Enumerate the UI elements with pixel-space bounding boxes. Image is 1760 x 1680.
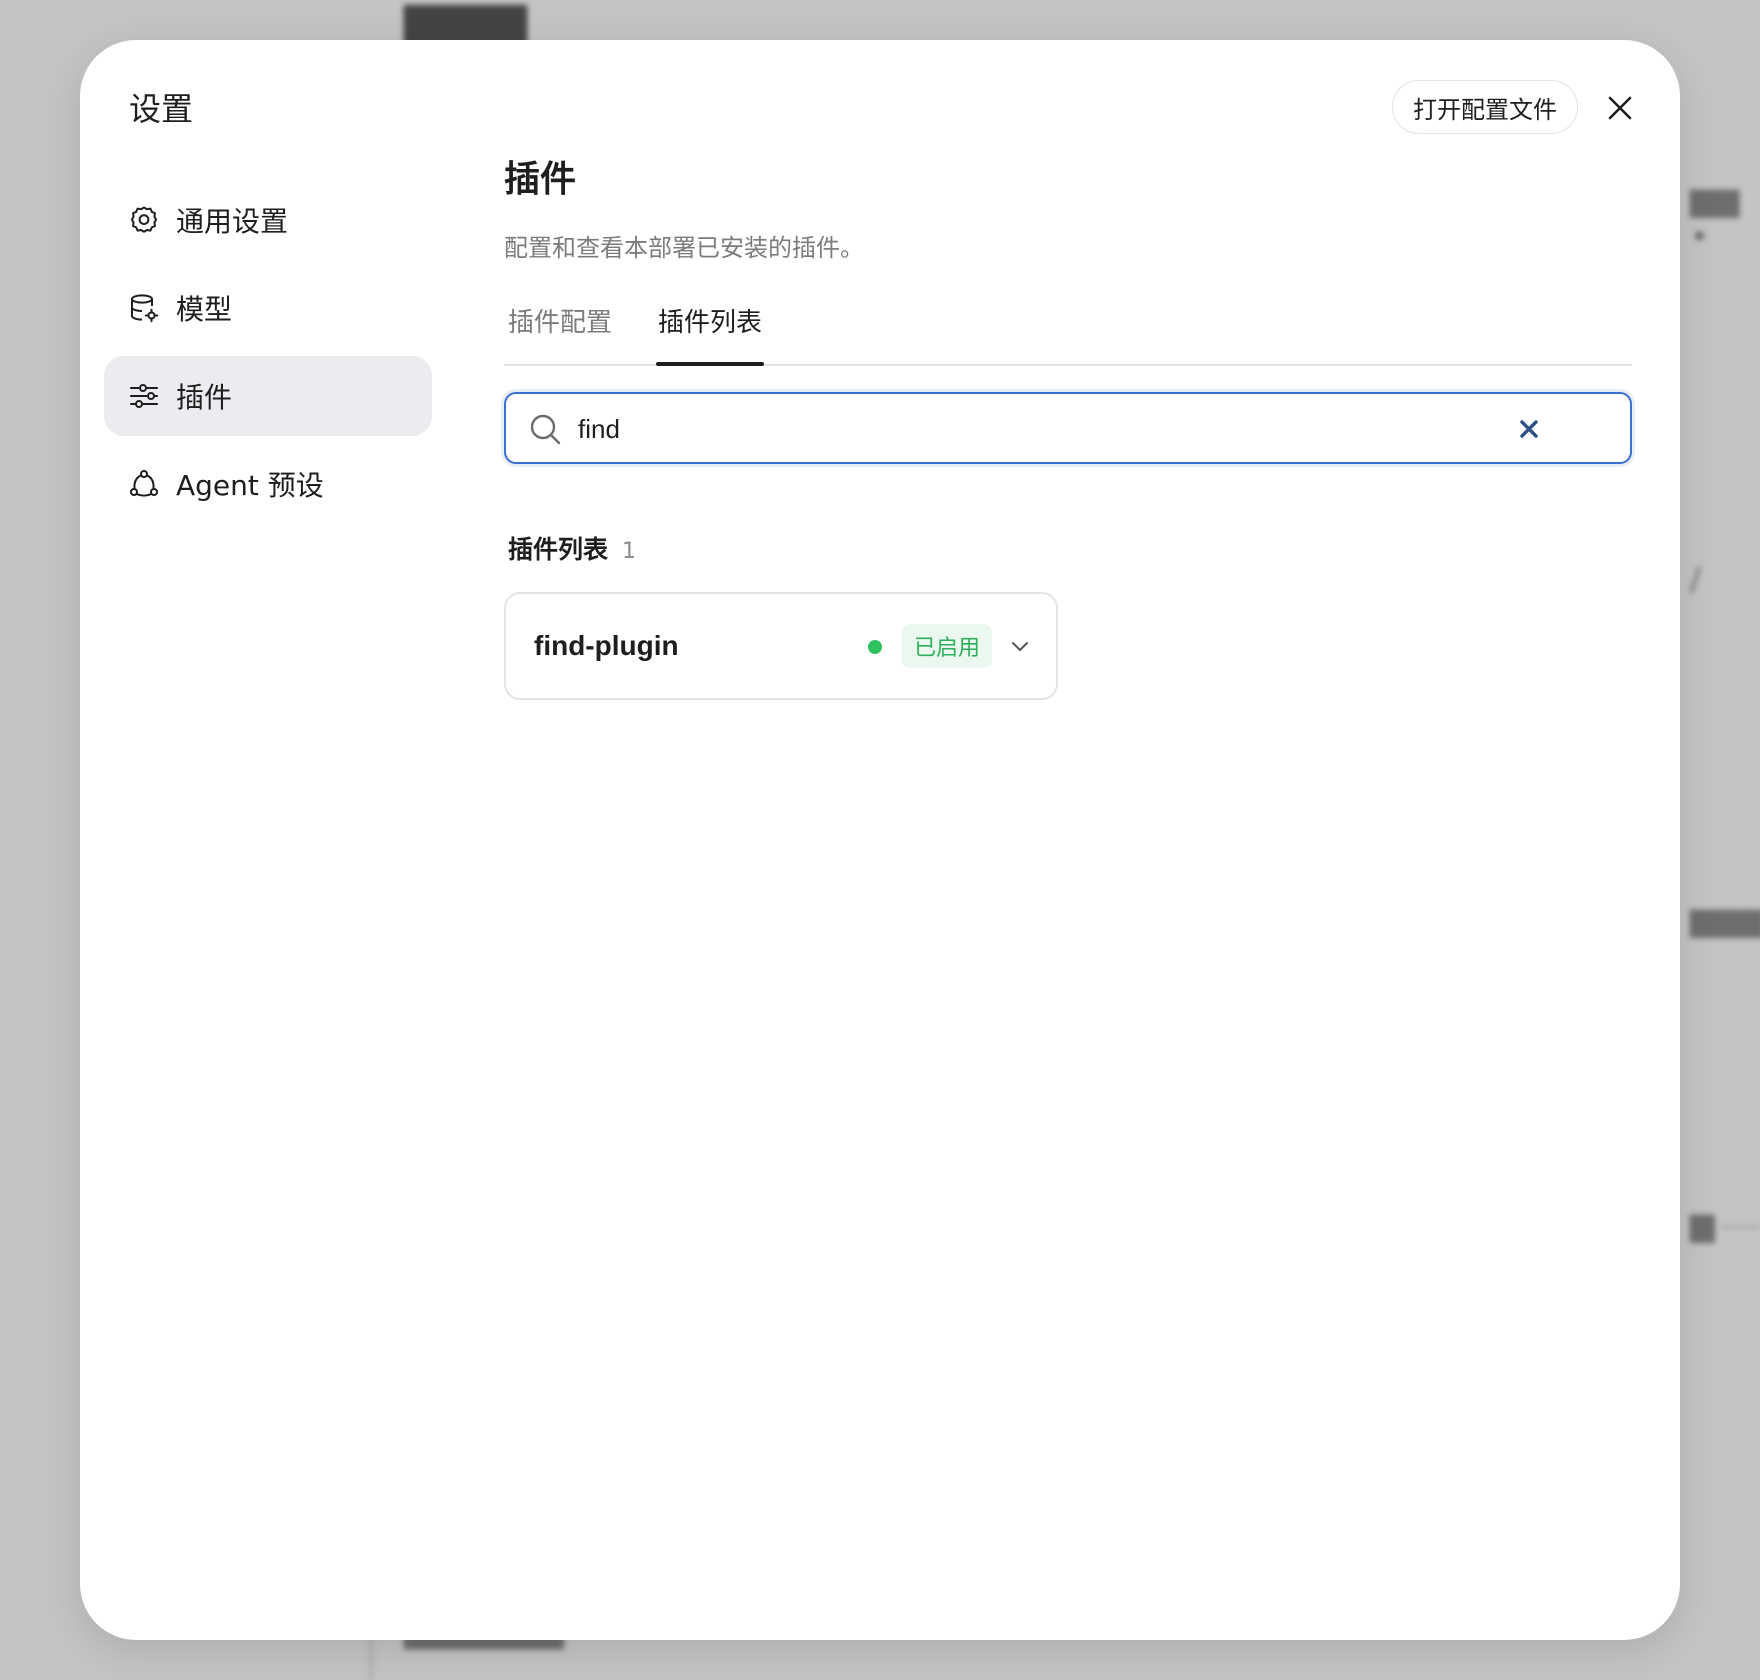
sidebar-item-label: 通用设置 (176, 205, 289, 238)
background-fragment: ▆▆ • (1690, 180, 1740, 256)
clear-search-icon[interactable] (1516, 416, 1542, 442)
plugin-name: find-plugin (534, 630, 679, 661)
close-icon (1608, 96, 1632, 120)
background-fragment: ▆ (1690, 1205, 1715, 1243)
sidebar-item-label: Agent 预设 (176, 469, 324, 502)
plugin-list-header: 插件列表 1 (508, 530, 636, 566)
sidebar-item-agent-presets[interactable]: Agent 预设 (104, 444, 432, 524)
search-box (504, 392, 1632, 464)
background-divider (1720, 1226, 1760, 1228)
plugin-list-title: 插件列表 (508, 535, 609, 564)
background-fragment: ▆▆▆ (1690, 900, 1760, 938)
tab-bar: 插件配置 插件列表 (504, 302, 1632, 366)
chevron-down-icon[interactable] (1006, 632, 1034, 660)
tab-plugin-config[interactable]: 插件配置 (506, 302, 614, 364)
page-title: 插件 (504, 159, 577, 200)
plugin-list-count: 1 (622, 539, 637, 564)
modal-title: 设置 (129, 90, 194, 128)
sidebar-item-general[interactable]: 通用设置 (104, 180, 432, 260)
settings-sidebar: 通用设置 模型 插件 Agent 预设 (104, 180, 432, 532)
open-config-file-button[interactable]: 打开配置文件 (1392, 80, 1578, 134)
plugin-card[interactable]: find-plugin 已启用 (504, 592, 1058, 700)
sidebar-item-models[interactable]: 模型 (104, 268, 432, 348)
agent-network-icon (128, 468, 160, 500)
search-icon (530, 414, 561, 445)
tab-plugin-list[interactable]: 插件列表 (656, 302, 764, 366)
sidebar-item-label: 插件 (176, 381, 233, 414)
background-fragment: / (1690, 560, 1701, 598)
gear-icon (128, 204, 160, 236)
sidebar-item-label: 模型 (176, 293, 233, 326)
status-dot (868, 640, 882, 654)
search-input[interactable] (576, 406, 1480, 452)
settings-modal: 设置 打开配置文件 通用设置 模型 插件 Agent 预设 插件 配置和查看本部… (80, 40, 1680, 1640)
database-gear-icon (128, 292, 160, 324)
sliders-icon (128, 380, 160, 412)
page-description: 配置和查看本部署已安装的插件。 (504, 234, 864, 262)
close-button[interactable] (1602, 90, 1638, 126)
status-badge: 已启用 (902, 624, 992, 668)
sidebar-item-plugins[interactable]: 插件 (104, 356, 432, 436)
